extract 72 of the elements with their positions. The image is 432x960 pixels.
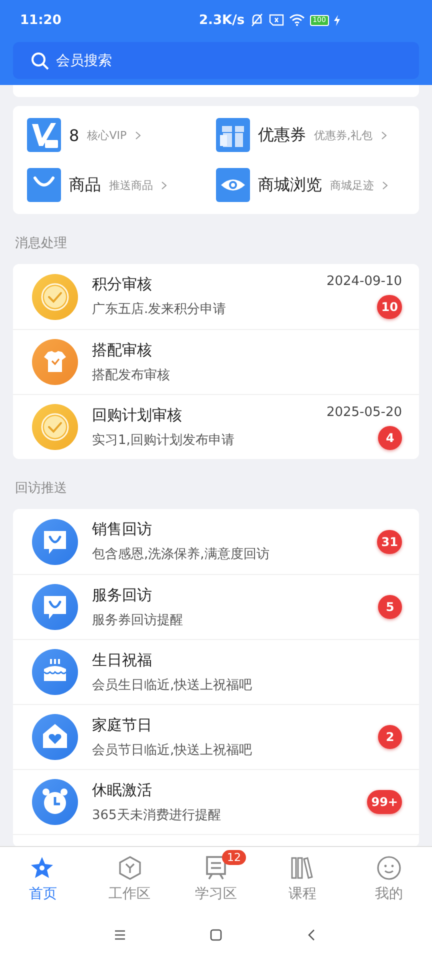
section-title: 消息处理 bbox=[14, 235, 68, 253]
list-item[interactable]: 积分审核 广东五店.发来积分申请 2024-09-10 10 bbox=[13, 264, 419, 329]
shortcut-title[interactable]: 商城浏览 bbox=[258, 174, 322, 196]
item-title: 休眠激活 bbox=[92, 780, 153, 800]
shirt-icon bbox=[32, 339, 78, 385]
item-subtitle: 实习1,回购计划发布申请 bbox=[92, 432, 236, 448]
network-speed: 2.3K/s bbox=[199, 12, 245, 28]
list-item[interactable]: 生日祝福 会员生日临近,快送上祝福吧 bbox=[13, 639, 419, 704]
item-title: 家庭节日 bbox=[92, 716, 153, 734]
list-item[interactable]: 家庭节日 会员节日临近,快送上祝福吧 2 bbox=[13, 704, 419, 769]
list-item[interactable]: 服务回访 服务券回访提醒 5 bbox=[13, 574, 419, 639]
item-subtitle: 365天未消费进行提醒 bbox=[92, 806, 222, 824]
list-item[interactable]: 搭配审核 搭配发布审核 bbox=[13, 329, 419, 394]
list-item[interactable]: 销售回访 包含感恩,洗涤保养,满意度回访 31 bbox=[13, 509, 419, 574]
check-badge-icon bbox=[32, 274, 78, 320]
count-badge: 99+ bbox=[367, 790, 402, 814]
item-title: 回购计划审核 bbox=[92, 406, 183, 424]
shortcut-title[interactable]: 商品 bbox=[69, 174, 101, 196]
home-square-icon[interactable] bbox=[209, 928, 223, 942]
chevron-right-icon bbox=[380, 130, 386, 140]
item-title: 搭配审核 bbox=[92, 340, 153, 360]
item-subtitle: 广东五店.发来积分申请 bbox=[92, 301, 228, 318]
shortcut-title[interactable]: 8 bbox=[69, 126, 80, 144]
item-subtitle: 会员节日临近,快送上祝福吧 bbox=[92, 742, 254, 758]
item-date: 2024-09-10 bbox=[326, 274, 402, 289]
gift-icon bbox=[216, 118, 250, 152]
tab[interactable]: 我的 bbox=[346, 847, 432, 910]
chat-bubble-icon bbox=[32, 518, 78, 564]
count-badge: 2 bbox=[378, 725, 402, 749]
shortcut-title[interactable]: 优惠券 bbox=[258, 124, 306, 146]
search-field[interactable]: 会员搜索 bbox=[13, 42, 419, 79]
count-badge: 12 bbox=[222, 850, 246, 865]
tab[interactable]: 课程 bbox=[259, 847, 346, 910]
item-subtitle: 搭配发布审核 bbox=[92, 366, 171, 384]
count-badge: 10 bbox=[377, 295, 402, 319]
sim-icon bbox=[268, 14, 284, 26]
section-title: 回访推送 bbox=[14, 480, 68, 498]
menu-icon[interactable] bbox=[113, 928, 127, 942]
list-item[interactable]: 休眠激活 365天未消费进行提醒 99+ bbox=[13, 769, 419, 834]
item-title: 生日祝福 bbox=[92, 650, 153, 670]
search-icon bbox=[31, 52, 49, 70]
item-subtitle: 服务券回访提醒 bbox=[92, 612, 184, 628]
chevron-right-icon bbox=[161, 180, 167, 190]
tab[interactable]: 工作区 bbox=[86, 847, 173, 910]
cake-icon bbox=[32, 649, 78, 695]
tab[interactable]: 学习区 12 bbox=[172, 847, 260, 910]
chevron-right-icon bbox=[134, 130, 141, 140]
bell-muted-icon bbox=[250, 13, 264, 27]
charging-icon bbox=[334, 14, 340, 26]
vip-card-icon bbox=[27, 118, 61, 152]
chat-bubble-icon bbox=[32, 584, 78, 630]
clock-time: 11:20 bbox=[20, 12, 62, 28]
item-title: 积分审核 bbox=[92, 275, 153, 294]
count-badge: 4 bbox=[378, 426, 402, 450]
books-icon bbox=[289, 854, 316, 880]
item-subtitle: 包含感恩,洗涤保养,满意度回访 bbox=[92, 546, 270, 563]
count-badge: 31 bbox=[377, 530, 402, 554]
tab[interactable]: 首页 bbox=[0, 847, 86, 910]
check-badge-icon bbox=[32, 404, 78, 450]
smiley-icon bbox=[376, 854, 402, 880]
eye-icon bbox=[216, 168, 250, 202]
chevron-right-icon bbox=[382, 180, 388, 190]
count-badge: 5 bbox=[378, 595, 402, 619]
item-subtitle: 会员生日临近,快送上祝福吧 bbox=[92, 676, 254, 694]
list-item[interactable]: 回购计划审核 实习1,回购计划发布申请 2025-05-20 4 bbox=[13, 394, 419, 459]
item-date: 2025-05-20 bbox=[326, 404, 402, 420]
wifi-icon bbox=[288, 14, 305, 26]
bag-icon bbox=[27, 168, 61, 202]
item-title: 服务回访 bbox=[92, 586, 153, 604]
hexagon-icon bbox=[116, 854, 143, 880]
item-title: 销售回访 bbox=[92, 520, 153, 539]
alarm-clock-icon bbox=[32, 779, 78, 825]
